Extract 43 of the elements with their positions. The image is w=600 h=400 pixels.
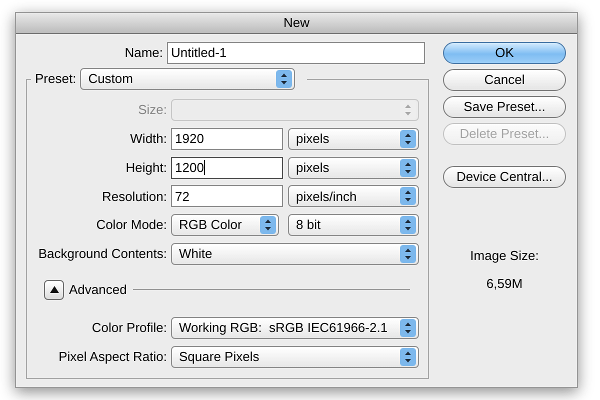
disclosure-button[interactable] [44, 280, 64, 300]
dialog-button[interactable]: Save Preset... [443, 96, 566, 118]
up-down-arrows-icon [400, 187, 416, 206]
field-label: Size: [138, 101, 167, 120]
up-down-arrows-icon [400, 348, 416, 366]
dropdown[interactable]: White [171, 242, 419, 265]
dropdown[interactable]: Custom [80, 68, 296, 90]
dropdown[interactable]: 8 bit [288, 214, 419, 236]
window-title: New [283, 14, 310, 32]
up-down-arrows-icon [400, 130, 416, 148]
advanced-label: Advanced [69, 281, 127, 300]
field-label: Pixel Aspect Ratio: [58, 348, 167, 366]
image-size-label: Image Size: [470, 247, 539, 265]
text-cursor [204, 160, 205, 176]
up-down-arrows-icon [260, 216, 276, 234]
up-triangle-icon [50, 286, 58, 294]
up-down-arrows-icon [276, 70, 292, 88]
field-label: Name: [124, 44, 163, 62]
dropdown[interactable]: Square Pixels [171, 346, 419, 368]
dropdown[interactable]: RGB Color [171, 214, 279, 236]
field-label: Width: [130, 130, 167, 148]
dialog-button[interactable]: Device Central... [443, 166, 566, 188]
input-field[interactable]: 1920 [171, 128, 283, 150]
field-label: Color Mode: [96, 216, 167, 234]
dialog-button[interactable]: OK [443, 42, 566, 64]
dropdown[interactable]: Working RGB: sRGB IEC61966-2.1 [171, 316, 419, 339]
field-label: Background Contents: [38, 245, 167, 264]
dropdown[interactable]: pixels/inch [288, 185, 419, 208]
field-label: Color Profile: [92, 319, 167, 338]
dropdown[interactable]: pixels [288, 128, 419, 150]
preset-label: Preset: [35, 70, 76, 88]
up-down-arrows-icon [400, 158, 416, 177]
up-down-arrows-icon [400, 216, 416, 234]
image-size-value: 6,59M [486, 274, 523, 292]
dropdown[interactable]: pixels [288, 156, 419, 179]
field-label: Resolution: [102, 188, 167, 206]
input-field[interactable]: 72 [171, 185, 283, 208]
field-label: Height: [126, 158, 167, 177]
input-field[interactable]: Untitled-1 [167, 42, 425, 64]
dialog-button[interactable]: Cancel [443, 69, 566, 91]
up-down-arrows-icon [400, 244, 416, 263]
up-down-arrows-icon [400, 318, 416, 337]
input-field[interactable]: 1200 [171, 156, 283, 179]
